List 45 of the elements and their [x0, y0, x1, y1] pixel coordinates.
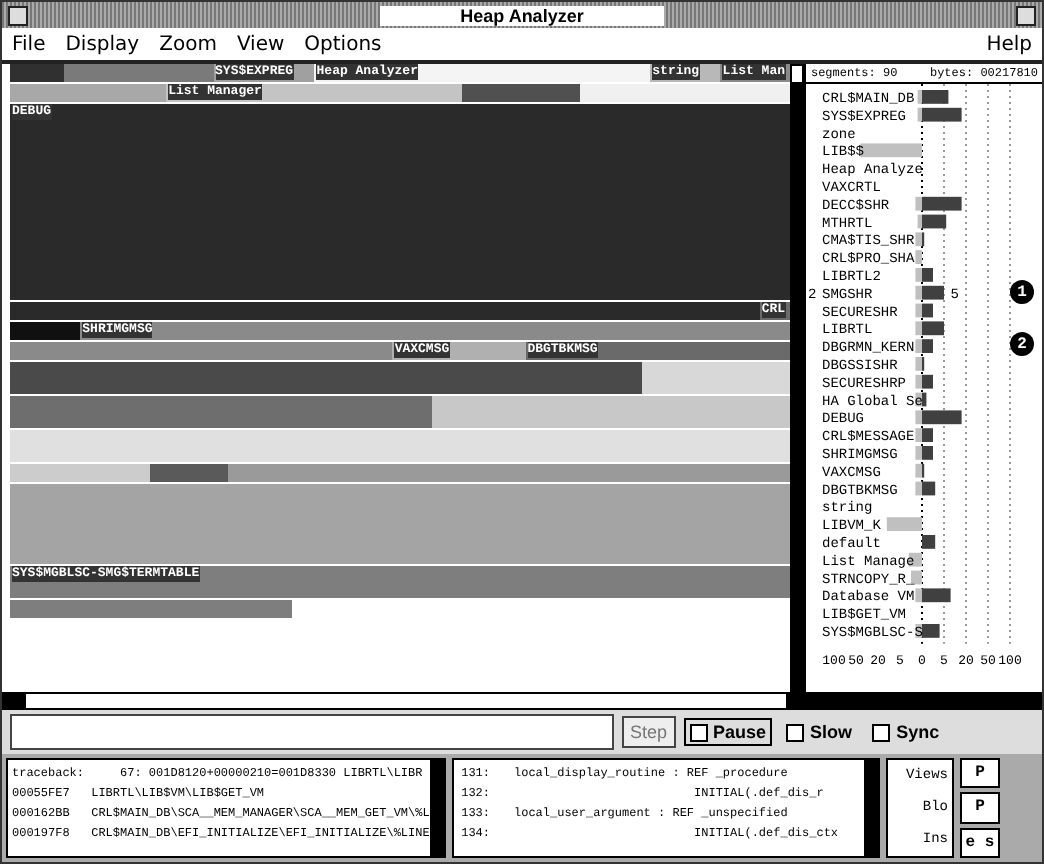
horizontal-scrollbar[interactable]	[2, 692, 1042, 710]
menu-item[interactable]: View	[236, 33, 285, 55]
memory-segment[interactable]	[10, 64, 65, 82]
bar	[922, 535, 937, 549]
checkbox[interactable]: Pause	[683, 718, 773, 746]
vertical-scrollbar[interactable]	[864, 760, 878, 856]
checkbox[interactable]: Sync	[866, 718, 946, 746]
bar	[916, 250, 923, 264]
memory-segment[interactable]	[462, 84, 581, 102]
memory-segment[interactable]	[10, 600, 292, 618]
memory-segment[interactable]	[10, 464, 151, 482]
menu-item[interactable]: Zoom	[159, 33, 217, 55]
callout-marker: 1	[1010, 280, 1034, 304]
side-button[interactable]: P	[960, 758, 1000, 789]
window-menu-button[interactable]	[8, 5, 28, 25]
vertical-scrollbar[interactable]	[430, 760, 444, 856]
menu-item[interactable]: File	[12, 33, 46, 55]
menu-item[interactable]: Options	[304, 33, 382, 55]
memory-segment[interactable]	[10, 342, 393, 360]
memory-segment[interactable]	[10, 362, 643, 394]
help-menu[interactable]: Help	[986, 33, 1032, 55]
vertical-scrollbar[interactable]	[790, 64, 805, 692]
side-button[interactable]: e s	[960, 827, 1000, 858]
memory-segment[interactable]	[10, 484, 791, 564]
side-button[interactable]: P	[960, 792, 1000, 824]
memory-segment[interactable]	[580, 84, 791, 102]
bar	[911, 570, 923, 585]
memory-segment[interactable]	[10, 396, 432, 428]
maximize-button[interactable]	[1015, 5, 1036, 25]
memory-segment[interactable]	[64, 64, 214, 82]
memory-segment[interactable]	[431, 396, 791, 428]
checkbox[interactable]: Slow	[780, 718, 859, 746]
menu-item[interactable]: Display	[65, 33, 140, 55]
memory-segment[interactable]	[10, 302, 760, 320]
window-title: Heap Analyzer	[380, 5, 664, 25]
bar	[887, 517, 923, 531]
memory-segment[interactable]	[10, 322, 81, 340]
bar	[861, 143, 923, 158]
command-field[interactable]	[10, 714, 614, 750]
memory-segment[interactable]	[642, 362, 791, 394]
callout-marker: 2	[1010, 332, 1034, 356]
memory-segment[interactable]	[10, 430, 791, 462]
memory-segment[interactable]	[10, 84, 167, 102]
memory-segment[interactable]	[150, 464, 229, 482]
memory-segment[interactable]	[228, 464, 791, 482]
